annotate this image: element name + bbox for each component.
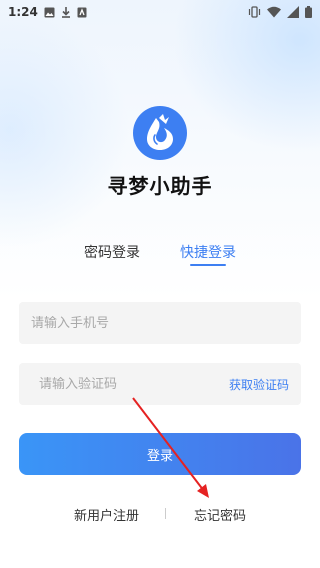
status-time: 1:24: [8, 5, 38, 19]
forgot-password-link[interactable]: 忘记密码: [194, 505, 246, 524]
active-tab-indicator: [190, 264, 226, 266]
status-bar: 1:24: [0, 0, 320, 24]
status-left: 1:24: [8, 5, 87, 19]
register-link[interactable]: 新用户注册: [74, 505, 139, 524]
get-code-button[interactable]: 获取验证码: [229, 376, 289, 393]
tab-quick-login[interactable]: 快捷登录: [180, 242, 236, 262]
footer-divider: [165, 508, 166, 519]
contacts-card-icon: [77, 7, 87, 18]
arrow-head: [197, 484, 209, 498]
download-icon: [61, 6, 71, 18]
wifi-icon: [267, 6, 281, 18]
code-field[interactable]: 获取验证码: [19, 363, 301, 405]
water-drop-logo-icon: [147, 114, 173, 150]
phone-field[interactable]: [19, 302, 301, 344]
app-logo: [133, 106, 187, 160]
login-button[interactable]: 登录: [19, 433, 301, 475]
app-title: 寻梦小助手: [107, 174, 213, 198]
red-arrow-annotation: [132, 397, 209, 498]
verification-code-input[interactable]: [39, 376, 209, 392]
tab-password-login[interactable]: 密码登录: [84, 242, 140, 262]
vibrate-icon: [248, 6, 261, 18]
status-right: [248, 6, 312, 18]
image-icon: [44, 7, 55, 18]
phone-input[interactable]: [31, 315, 201, 331]
battery-icon: [305, 6, 312, 18]
signal-icon: [287, 6, 299, 18]
